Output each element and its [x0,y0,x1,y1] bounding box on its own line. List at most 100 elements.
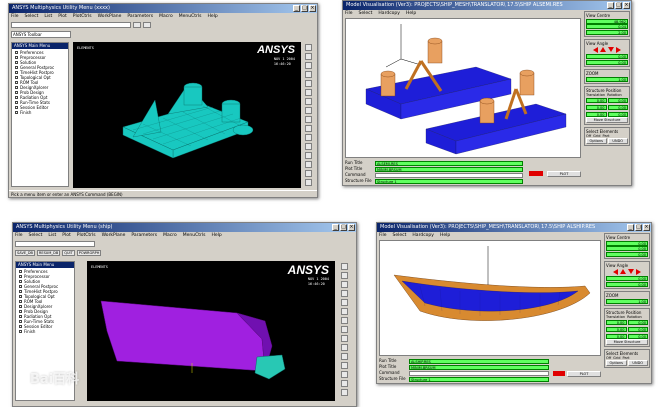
view-angle-2[interactable]: 0.00 [586,59,628,65]
menu-menuctrls[interactable]: MenuCtrls [179,13,202,20]
toolbar-btn[interactable] [143,21,151,28]
view-tool-button[interactable] [305,116,312,123]
view-tool-button[interactable] [341,281,348,288]
plot-button[interactable]: PLOT [567,371,601,377]
menu-macro[interactable]: Macro [159,13,173,20]
view-tool-button[interactable] [305,71,312,78]
view-tool-button[interactable] [305,89,312,96]
plot-button[interactable]: PLOT [547,171,581,177]
main-menu-item[interactable]: Finish [13,110,67,115]
maximize-icon[interactable]: □ [301,5,308,12]
menu-help[interactable]: Help [440,232,450,239]
menu-select[interactable]: Select [359,10,373,17]
view-centre-x[interactable]: 48.962 [586,18,628,24]
menu-workplane[interactable]: WorkPlane [102,232,126,239]
view-tool-button[interactable] [341,344,348,351]
view-centre-z[interactable]: 0.00 [606,251,648,257]
menu-file[interactable]: File [379,232,387,239]
model-view-canvas[interactable] [379,240,601,356]
main-menu-item[interactable]: Finish [17,329,73,334]
view-tool-button[interactable] [305,44,312,51]
view-tool-button[interactable] [305,80,312,87]
translation-z[interactable]: 0.00 [586,111,607,117]
window-titlebar[interactable]: ANSYS Multiphysics Utility Menu (xxxx) _… [9,4,317,13]
view-tool-button[interactable] [305,53,312,60]
save-db-button[interactable]: SAVE_DB [15,249,35,256]
arrow-down-icon[interactable] [608,47,614,52]
view-tool-button[interactable] [341,362,348,369]
menu-macro[interactable]: Macro [163,232,177,239]
minimize-icon[interactable]: _ [627,224,634,231]
view-tool-button[interactable] [341,335,348,342]
command-input[interactable] [11,21,131,28]
menu-help[interactable]: Help [207,13,217,20]
view-centre-y[interactable]: 0.00 [606,246,648,251]
graphics-window[interactable]: ELEMENTS ANSYS NOV 1 2004 16:46:20 [73,42,301,188]
graphics-window[interactable]: ELEMENTS ANSYS NOV 1 2004 16:46:20 [87,261,335,401]
move-structure-button[interactable]: Move Structure [606,339,648,345]
view-tool-button[interactable] [305,125,312,132]
view-centre-z[interactable]: 2.00 [586,29,628,35]
minimize-icon[interactable]: _ [607,2,614,9]
arrow-left-icon[interactable] [613,269,618,275]
menu-file[interactable]: File [15,232,23,239]
menu-parameters[interactable]: Parameters [127,13,153,20]
view-tool-button[interactable] [341,371,348,378]
view-tool-button[interactable] [341,353,348,360]
minimize-icon[interactable]: _ [293,5,300,12]
close-icon[interactable]: × [623,2,630,9]
view-angle-1[interactable]: 0.00 [606,276,648,281]
view-tool-button[interactable] [305,179,312,186]
zoom-value[interactable]: 1.00 [606,298,648,304]
minimize-icon[interactable]: _ [332,224,339,231]
zoom-value[interactable]: 1.00 [586,76,628,82]
view-tool-button[interactable] [305,134,312,141]
view-tool-button[interactable] [305,152,312,159]
command-input[interactable] [375,172,523,178]
menu-parameters[interactable]: Parameters [131,232,157,239]
menu-workplane[interactable]: WorkPlane [98,13,122,20]
options-button[interactable]: Options [586,138,607,144]
view-tool-button[interactable] [341,299,348,306]
arrow-left-icon[interactable] [593,47,598,53]
menu-plot[interactable]: Plot [62,232,70,239]
move-structure-button[interactable]: Move Structure [586,117,628,123]
view-tool-button[interactable] [305,107,312,114]
menu-select[interactable]: Select [25,13,39,20]
toolbar-btn[interactable] [133,21,141,28]
view-tool-button[interactable] [305,98,312,105]
undo-button[interactable]: UNDO [627,360,648,366]
rotation-y[interactable]: 0.00 [627,326,648,332]
maximize-icon[interactable]: □ [615,2,622,9]
window-titlebar[interactable]: Model Visualisation (Ver3): PROJECTS\SHI… [343,1,631,10]
arrow-right-icon[interactable] [636,269,641,275]
menu-menuctrls[interactable]: MenuCtrls [183,232,206,239]
menu-help[interactable]: Help [211,232,221,239]
powrgrph-button[interactable]: POWRGRPH [76,249,102,256]
rotation-z[interactable]: 0.00 [627,333,648,339]
view-angle-2[interactable]: 0.00 [606,281,648,287]
translation-x[interactable]: 0.00 [586,97,607,103]
view-tool-button[interactable] [341,263,348,270]
menu-list[interactable]: List [44,13,52,20]
view-tool-button[interactable] [341,290,348,297]
menu-hardcopy[interactable]: Hardcopy [412,232,434,239]
close-icon[interactable]: × [309,5,316,12]
view-tool-button[interactable] [341,380,348,387]
menu-list[interactable]: List [48,232,56,239]
arrow-up-icon[interactable] [600,47,606,52]
menu-plotctrls[interactable]: PlotCtrls [73,13,92,20]
view-tool-button[interactable] [305,170,312,177]
translation-x[interactable]: 0.00 [606,319,627,325]
menu-help[interactable]: Help [406,10,416,17]
close-icon[interactable]: × [643,224,650,231]
view-angle-1[interactable]: 0.00 [586,54,628,59]
menu-plotctrls[interactable]: PlotCtrls [77,232,96,239]
view-tool-button[interactable] [341,317,348,324]
view-tool-button[interactable] [341,308,348,315]
arrow-up-icon[interactable] [620,269,626,274]
command-input[interactable] [15,240,95,247]
view-tool-button[interactable] [341,389,348,396]
rotation-x[interactable]: 0.00 [627,319,648,325]
view-tool-button[interactable] [305,62,312,69]
